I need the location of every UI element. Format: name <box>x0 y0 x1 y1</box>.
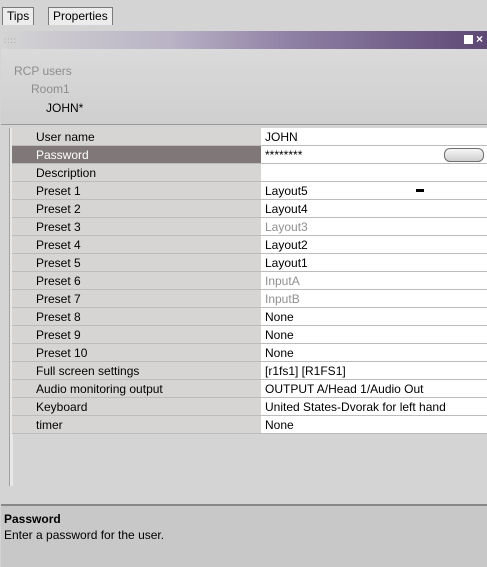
table-row[interactable]: Preset 2 Layout4 <box>12 200 487 218</box>
property-name: Preset 10 <box>12 344 262 362</box>
property-value[interactable]: None <box>262 308 487 326</box>
table-row[interactable]: Preset 10 None <box>12 344 487 362</box>
table-row[interactable]: Preset 1 Layout5 <box>12 182 487 200</box>
table-row[interactable]: Audio monitoring output OUTPUT A/Head 1/… <box>12 380 487 398</box>
property-value[interactable]: Layout1 <box>262 254 487 272</box>
breadcrumb-item-rcp-users[interactable]: RCP users <box>14 64 72 78</box>
close-icon[interactable]: × <box>476 35 485 44</box>
table-row[interactable]: Preset 9 None <box>12 326 487 344</box>
restore-icon[interactable] <box>464 35 473 44</box>
table-row[interactable]: Preset 8 None <box>12 308 487 326</box>
property-value-text: Layout5 <box>265 184 308 198</box>
property-value[interactable]: None <box>262 326 487 344</box>
tab-bar: Tips Properties <box>0 0 487 26</box>
tab-tips-label: Tips <box>7 9 29 23</box>
property-value[interactable]: InputB <box>262 290 487 308</box>
property-value[interactable]: United States-Dvorak for left hand <box>262 398 487 416</box>
property-name: Preset 2 <box>12 200 262 218</box>
breadcrumb: RCP users Room1 JOHN* <box>1 49 487 125</box>
property-name: Description <box>12 164 262 182</box>
table-row[interactable]: Preset 6 InputA <box>12 272 487 290</box>
property-value[interactable] <box>262 164 487 182</box>
table-row[interactable]: Preset 7 InputB <box>12 290 487 308</box>
table-row[interactable]: Password ******** <box>12 146 487 164</box>
property-value[interactable]: Layout3 <box>262 218 487 236</box>
tab-tips[interactable]: Tips <box>2 7 34 25</box>
breadcrumb-item-current: JOHN* <box>46 101 83 115</box>
property-name: Preset 8 <box>12 308 262 326</box>
property-value[interactable]: Layout5 <box>262 182 487 200</box>
property-name: Preset 6 <box>12 272 262 290</box>
tab-properties[interactable]: Properties <box>48 7 113 25</box>
help-title: Password <box>4 512 61 526</box>
tab-properties-label: Properties <box>53 9 108 23</box>
table-row[interactable]: Preset 3 Layout3 <box>12 218 487 236</box>
property-name: Preset 4 <box>12 236 262 254</box>
property-name: Keyboard <box>12 398 262 416</box>
table-row[interactable]: timer None <box>12 416 487 434</box>
password-field[interactable]: ******** <box>262 146 487 164</box>
property-name: Preset 1 <box>12 182 262 200</box>
table-row[interactable]: Preset 4 Layout2 <box>12 236 487 254</box>
property-value[interactable]: InputA <box>262 272 487 290</box>
property-name: Preset 9 <box>12 326 262 344</box>
property-grid: User name JOHN Password ******** Descrip… <box>12 128 487 434</box>
property-name: User name <box>12 128 262 146</box>
property-name: Full screen settings <box>12 362 262 380</box>
table-row[interactable]: User name JOHN <box>12 128 487 146</box>
property-value[interactable]: Layout2 <box>262 236 487 254</box>
breadcrumb-item-room1[interactable]: Room1 <box>31 82 70 96</box>
help-description: Enter a password for the user. <box>4 528 164 542</box>
property-value: ******** <box>265 148 302 162</box>
panel-titlebar[interactable]: :::: × <box>1 31 487 49</box>
property-name: Preset 5 <box>12 254 262 272</box>
property-value[interactable]: JOHN <box>262 128 487 146</box>
table-row[interactable]: Keyboard United States-Dvorak for left h… <box>12 398 487 416</box>
help-panel: Password Enter a password for the user. <box>1 504 487 567</box>
property-value[interactable]: None <box>262 344 487 362</box>
property-value[interactable]: None <box>262 416 487 434</box>
edit-password-button[interactable] <box>444 148 484 162</box>
table-row[interactable]: Full screen settings [r1fs1] [R1FS1] <box>12 362 487 380</box>
property-name: timer <box>12 416 262 434</box>
cursor-icon <box>416 189 424 192</box>
property-name: Preset 3 <box>12 218 262 236</box>
property-value[interactable]: Layout4 <box>262 200 487 218</box>
table-row[interactable]: Preset 5 Layout1 <box>12 254 487 272</box>
property-value[interactable]: OUTPUT A/Head 1/Audio Out <box>262 380 487 398</box>
property-name: Password <box>12 146 262 164</box>
property-value[interactable]: [r1fs1] [R1FS1] <box>262 362 487 380</box>
property-name: Audio monitoring output <box>12 380 262 398</box>
drag-grip-icon[interactable]: :::: <box>4 36 17 45</box>
property-name: Preset 7 <box>12 290 262 308</box>
table-row[interactable]: Description <box>12 164 487 182</box>
